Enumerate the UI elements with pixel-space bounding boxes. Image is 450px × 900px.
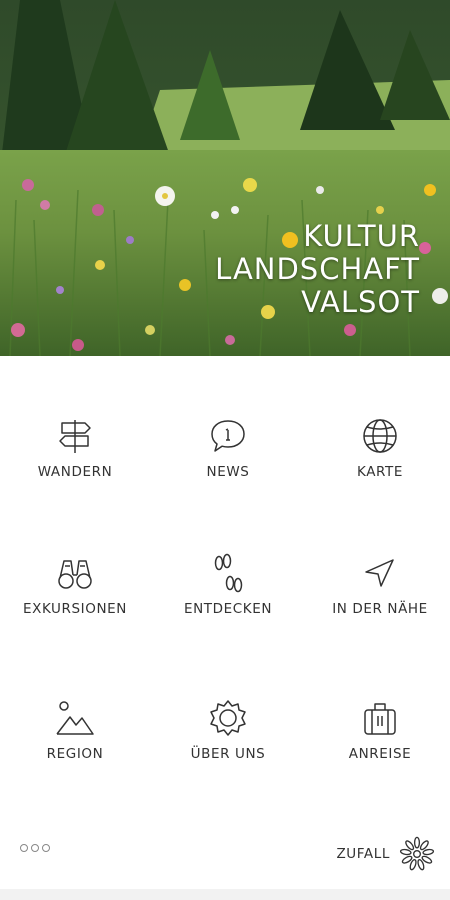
- menu-item-label: ANREISE: [348, 746, 412, 762]
- hero-banner: KULTUR LANDSCHAFT VALSOT: [0, 0, 450, 356]
- menu-item-news[interactable]: NEWS: [153, 416, 303, 480]
- menu-item-label: ENTDECKEN: [183, 601, 273, 617]
- random-label: ZUFALL: [336, 846, 390, 862]
- menu-item-label: WANDERN: [37, 464, 113, 480]
- sunburst-icon: [399, 836, 435, 871]
- menu-item-wandern[interactable]: WANDERN: [0, 416, 150, 480]
- flower-badge-icon: [210, 700, 246, 736]
- signpost-icon: [59, 420, 91, 453]
- title-line-1: KULTUR: [303, 219, 420, 253]
- news-bubble-icon: [211, 420, 245, 452]
- menu-item-entdecken[interactable]: ENTDECKEN: [153, 553, 303, 617]
- app-title: KULTUR LANDSCHAFT VALSOT: [215, 220, 420, 319]
- menu-item-region[interactable]: REGION: [0, 698, 150, 762]
- menu-item-label: ÜBER UNS: [190, 746, 266, 762]
- title-line-3: VALSOT: [301, 285, 420, 319]
- menu-item-karte[interactable]: KARTE: [305, 416, 450, 480]
- menu-item-exkursionen[interactable]: EXKURSIONEN: [0, 553, 150, 617]
- menu-item-in-der-naehe[interactable]: IN DER NÄHE: [305, 553, 450, 617]
- footer-bar: ZUFALL: [0, 830, 450, 880]
- more-dots-icon[interactable]: [20, 844, 50, 852]
- location-arrow-icon: [365, 559, 394, 587]
- globe-icon: [363, 419, 397, 453]
- menu-item-label: NEWS: [206, 464, 250, 480]
- menu-item-label: KARTE: [356, 464, 404, 480]
- footprints-icon: [214, 553, 243, 593]
- dot: [31, 844, 39, 852]
- dot: [20, 844, 28, 852]
- binoculars-icon: [58, 560, 92, 589]
- mountain-landscape-icon: [56, 701, 94, 735]
- dot: [42, 844, 50, 852]
- menu-item-label: REGION: [46, 746, 104, 762]
- suitcase-icon: [364, 703, 396, 735]
- bottom-edge: [0, 889, 450, 900]
- random-button[interactable]: ZUFALL: [336, 835, 436, 873]
- menu-item-label: EXKURSIONEN: [22, 601, 128, 617]
- menu-item-anreise[interactable]: ANREISE: [305, 698, 450, 762]
- menu-item-ueber-uns[interactable]: ÜBER UNS: [153, 698, 303, 762]
- menu-item-label: IN DER NÄHE: [332, 601, 428, 617]
- title-line-2: LANDSCHAFT: [215, 252, 420, 286]
